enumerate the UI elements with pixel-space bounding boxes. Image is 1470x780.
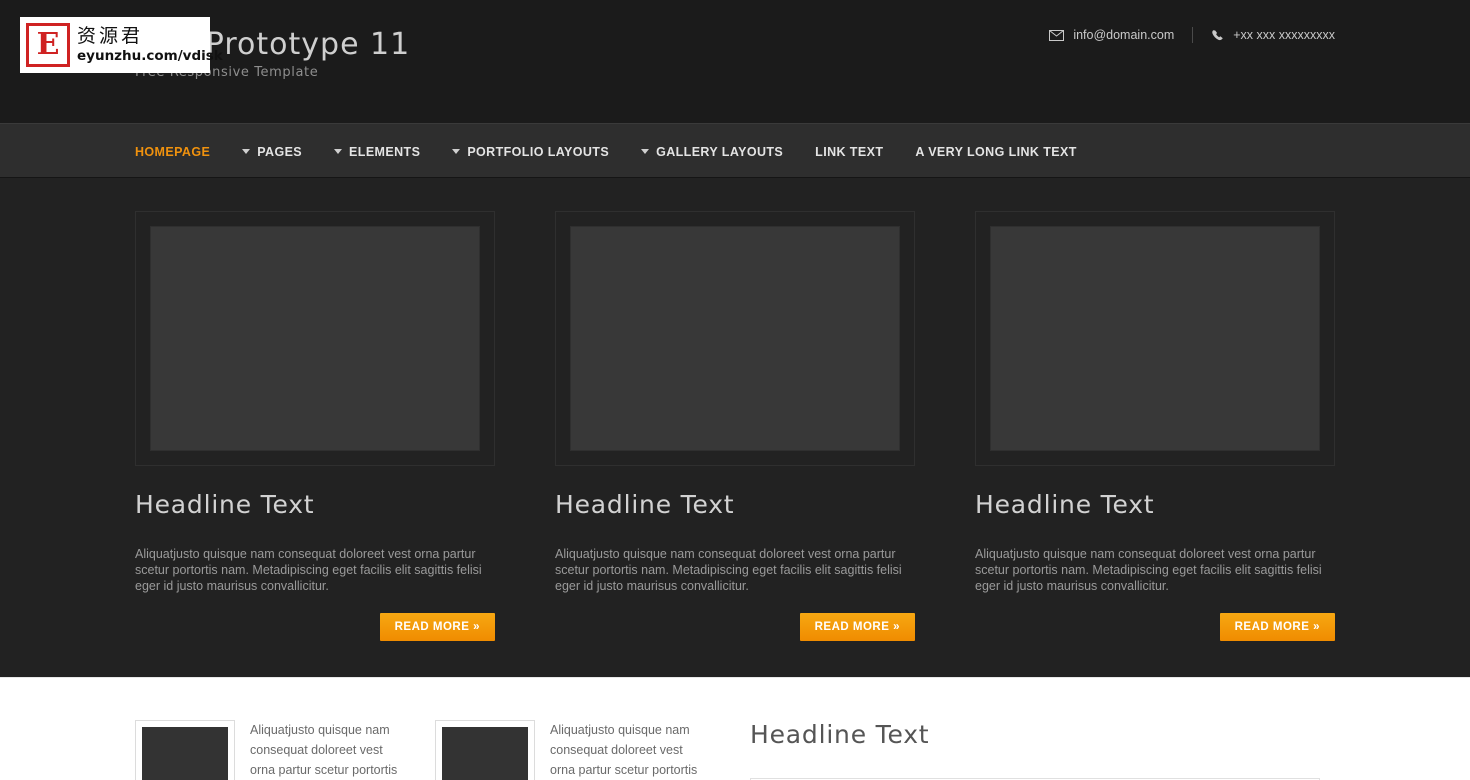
nav-item-link-text[interactable]: LINK TEXT: [799, 124, 899, 179]
watermark-url: eyunzhu.com/vdisk: [77, 47, 223, 64]
watermark-badge-icon: E: [26, 23, 70, 67]
chevron-down-icon: [334, 149, 343, 154]
nav-item-label: GALLERY LAYOUTS: [656, 144, 784, 159]
nav-item-label: ELEMENTS: [349, 144, 421, 159]
watermark-cn-text: 资源君: [77, 24, 144, 47]
watermark-overlay: E 资源君 eyunzhu.com/vdisk: [20, 17, 223, 73]
card-title: Headline Text: [135, 490, 315, 519]
card-image-placeholder: [570, 226, 900, 451]
card-image-frame[interactable]: [555, 211, 915, 466]
chevron-down-icon: [242, 149, 251, 154]
card-text: Aliquatjusto quisque nam consequat dolor…: [975, 547, 1322, 593]
header-email[interactable]: info@domain.com: [1049, 28, 1174, 42]
nav-item-gallery-layouts[interactable]: GALLERY LAYOUTS: [625, 124, 799, 179]
card-image-frame[interactable]: [975, 211, 1335, 466]
section-title: Headline Text: [750, 720, 930, 749]
card-title: Headline Text: [975, 490, 1155, 519]
card-text: Aliquatjusto quisque nam consequat dolor…: [555, 547, 902, 593]
card-image-frame[interactable]: [135, 211, 495, 466]
nav-item-homepage[interactable]: HOMEPAGE: [135, 124, 226, 179]
chevron-down-icon: [641, 149, 650, 154]
header-email-text: info@domain.com: [1073, 28, 1175, 42]
nav-item-label: A VERY LONG LINK TEXT: [915, 144, 1077, 159]
feature-card: Headline Text Aliquatjusto quisque nam c…: [555, 211, 915, 641]
media-thumbnail[interactable]: [435, 720, 535, 780]
card-actions: READ MORE »: [555, 613, 915, 641]
card-actions: READ MORE »: [135, 613, 495, 641]
nav-item-portfolio-layouts[interactable]: PORTFOLIO LAYOUTS: [436, 124, 625, 179]
feature-card-list: Headline Text Aliquatjusto quisque nam c…: [135, 211, 1335, 641]
main-navigation: HOMEPAGE PAGES ELEMENTS PORTFOLIO LAYOUT…: [0, 123, 1470, 178]
media-text: Aliquatjusto quisque nam consequat dolor…: [250, 723, 398, 777]
nav-item-label: PAGES: [257, 144, 303, 159]
light-section: Aliquatjusto quisque nam consequat dolor…: [0, 677, 1470, 780]
phone-icon: [1211, 29, 1224, 42]
feature-card: Headline Text Aliquatjusto quisque nam c…: [135, 211, 495, 641]
feature-card: Headline Text Aliquatjusto quisque nam c…: [975, 211, 1335, 641]
page-root: 200 Prototype 11 Free Responsive Templat…: [0, 0, 1470, 780]
card-image-placeholder: [150, 226, 480, 451]
header-contact-info: info@domain.com +xx xxx xxxxxxxxx: [1049, 27, 1335, 43]
watermark-text-block: 资源君 eyunzhu.com/vdisk: [77, 26, 223, 64]
read-more-button[interactable]: READ MORE »: [1219, 613, 1335, 641]
header-phone[interactable]: +xx xxx xxxxxxxxx: [1211, 28, 1335, 42]
watermark-badge-letter: E: [36, 27, 60, 62]
media-item: Aliquatjusto quisque nam consequat dolor…: [435, 720, 735, 780]
nav-item-label: LINK TEXT: [815, 144, 884, 159]
chevron-down-icon: [452, 149, 461, 154]
nav-item-a-very-long-link-text[interactable]: A VERY LONG LINK TEXT: [899, 124, 1092, 179]
envelope-icon: [1049, 29, 1065, 41]
card-image-placeholder: [990, 226, 1320, 451]
nav-item-label: PORTFOLIO LAYOUTS: [467, 144, 610, 159]
nav-item-pages[interactable]: PAGES: [226, 124, 318, 179]
media-text: Aliquatjusto quisque nam consequat dolor…: [550, 723, 698, 777]
media-thumbnail-placeholder: [442, 727, 528, 780]
light-section-row: Aliquatjusto quisque nam consequat dolor…: [135, 720, 1335, 780]
nav-item-elements[interactable]: ELEMENTS: [318, 124, 436, 179]
media-thumbnail[interactable]: [135, 720, 235, 780]
read-more-button[interactable]: READ MORE »: [379, 613, 495, 641]
contact-divider: [1192, 27, 1194, 43]
feature-section: Headline Text Aliquatjusto quisque nam c…: [0, 178, 1470, 677]
header-phone-text: +xx xxx xxxxxxxxx: [1233, 28, 1335, 42]
media-thumbnail-placeholder: [142, 727, 228, 780]
card-actions: READ MORE »: [975, 613, 1335, 641]
nav-item-label: HOMEPAGE: [135, 144, 211, 159]
card-text: Aliquatjusto quisque nam consequat dolor…: [135, 547, 482, 593]
card-title: Headline Text: [555, 490, 735, 519]
light-section-right: Headline Text: [735, 720, 1335, 780]
nav-list: HOMEPAGE PAGES ELEMENTS PORTFOLIO LAYOUT…: [135, 124, 1335, 179]
media-item: Aliquatjusto quisque nam consequat dolor…: [135, 720, 435, 780]
read-more-button[interactable]: READ MORE »: [799, 613, 915, 641]
